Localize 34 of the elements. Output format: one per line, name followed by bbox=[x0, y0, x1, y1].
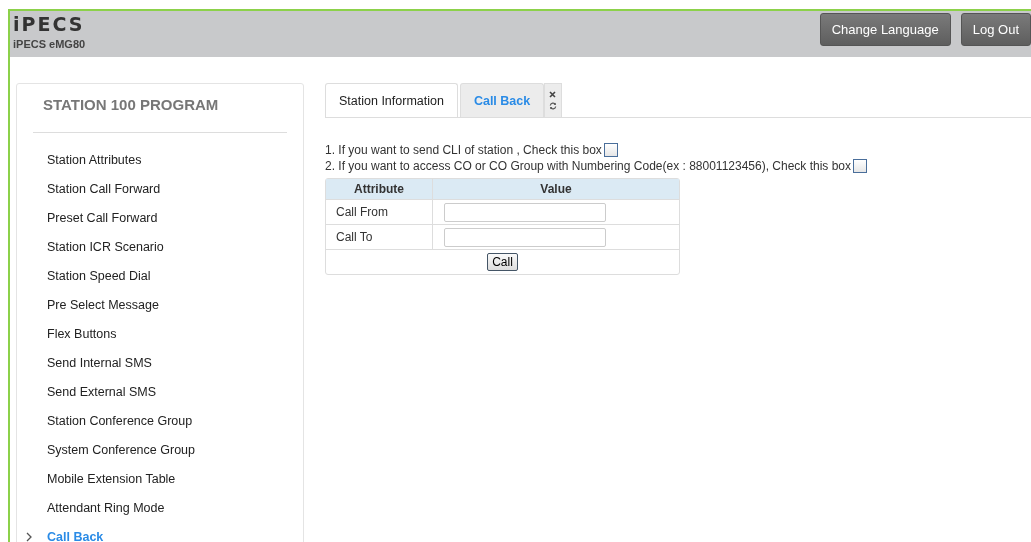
product-name: iPECS eMG80 bbox=[13, 38, 86, 50]
column-header: Attribute bbox=[326, 179, 433, 199]
sidebar-item[interactable]: Attendant Ring Mode bbox=[47, 500, 165, 515]
tab[interactable]: Station Information bbox=[325, 83, 458, 117]
input-field[interactable] bbox=[444, 202, 606, 222]
sidebar-item[interactable]: Station Attributes bbox=[47, 152, 142, 167]
refresh-icon[interactable] bbox=[549, 102, 558, 110]
sidebar-item[interactable]: Station Conference Group bbox=[47, 413, 193, 428]
sidebar-item[interactable]: Station Speed Dial bbox=[47, 268, 151, 283]
sidebar-item[interactable]: Send Internal SMS bbox=[47, 355, 152, 370]
call-button[interactable]: Call bbox=[487, 253, 518, 271]
column-header: Value bbox=[539, 181, 573, 198]
chevron-icon bbox=[26, 532, 32, 542]
input-field[interactable] bbox=[444, 227, 606, 247]
sidebar-item[interactable]: Flex Buttons bbox=[47, 326, 117, 341]
sidebar-item[interactable]: Mobile Extension Table bbox=[47, 471, 176, 486]
sidebar-item[interactable]: Pre Select Message bbox=[47, 297, 159, 312]
option-text: 2. If you want to access CO or CO Group with Numbering Code(ex : 88001123456), Check this box bbox=[325, 159, 852, 173]
sidebar-item[interactable]: Preset Call Forward bbox=[47, 210, 158, 225]
table-cell: Call To bbox=[326, 225, 433, 249]
sidebar-item[interactable]: Station ICR Scenario bbox=[47, 239, 164, 254]
option-text: 1. If you want to send CLI of station , Check this box bbox=[325, 143, 602, 157]
sidebar-title: STATION 100 PROGRAM bbox=[42, 95, 220, 113]
sidebar-item[interactable]: System Conference Group bbox=[47, 442, 195, 457]
sidebar-item[interactable]: Call Back bbox=[47, 529, 104, 542]
logo: iPECS bbox=[13, 14, 85, 34]
table-cell: Call From bbox=[326, 200, 433, 224]
checkbox[interactable] bbox=[853, 159, 868, 173]
sidebar-item[interactable]: Station Call Forward bbox=[47, 181, 161, 196]
sidebar-item[interactable]: Send External SMS bbox=[47, 384, 157, 399]
close-icon[interactable] bbox=[549, 91, 558, 98]
checkbox[interactable] bbox=[603, 143, 618, 157]
logout-button[interactable]: Log Out bbox=[960, 13, 1031, 46]
language-button[interactable]: Change Language bbox=[819, 13, 951, 46]
